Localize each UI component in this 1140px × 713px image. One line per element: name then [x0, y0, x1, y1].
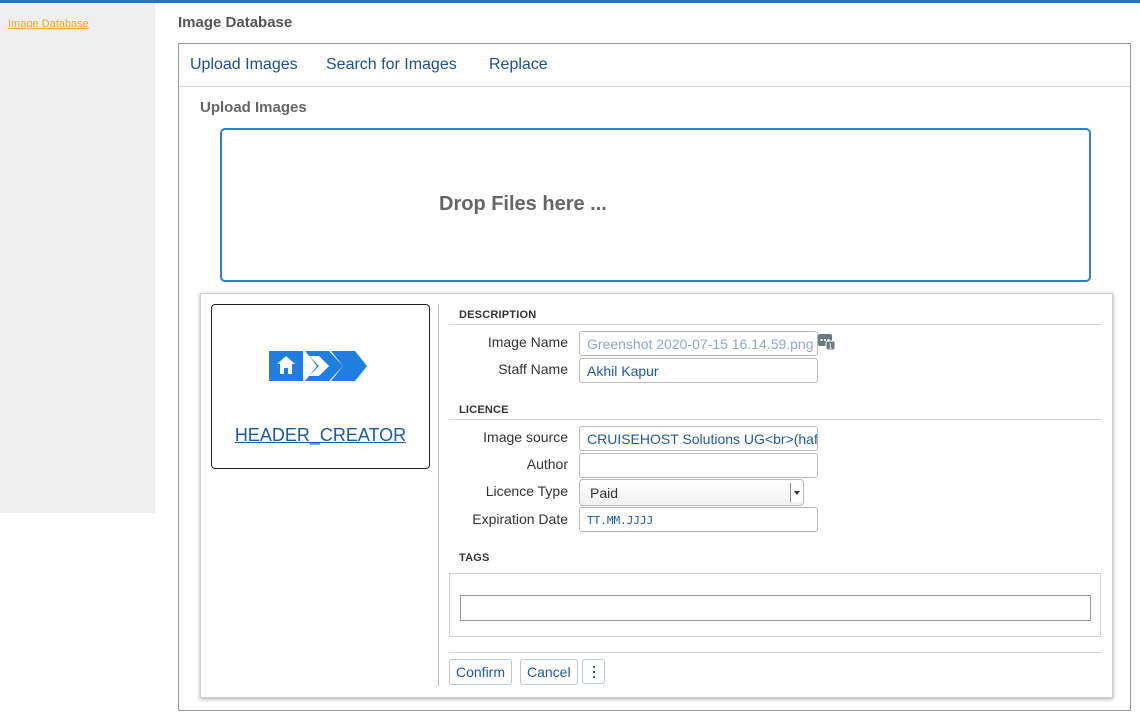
sidebar-link-image-database[interactable]: Image Database — [8, 18, 89, 30]
expiration-date-label: Expiration Date — [472, 511, 568, 527]
tab-upload-images[interactable]: Upload Images — [190, 56, 298, 74]
vertical-divider — [438, 304, 439, 686]
author-field[interactable] — [579, 453, 818, 478]
tab-search-for-images[interactable]: Search for Images — [326, 56, 457, 74]
image-name-field[interactable]: Greenshot 2020-07-15 16.14.59.png — [579, 331, 818, 356]
section-title: Upload Images — [200, 99, 307, 116]
more-options-button[interactable] — [582, 659, 605, 684]
top-accent-bar — [0, 0, 1140, 3]
tags-input[interactable] — [460, 595, 1091, 621]
group-title-licence: LICENCE — [459, 404, 509, 416]
group-divider — [449, 324, 1101, 325]
dropzone-text: Drop Files here ... — [439, 193, 607, 215]
chevron-down-icon[interactable] — [790, 483, 803, 502]
autofill-icon[interactable]: 1 — [818, 333, 836, 351]
more-dot — [593, 676, 595, 678]
tags-container — [449, 573, 1101, 637]
more-dot — [593, 671, 595, 673]
author-label: Author — [526, 456, 568, 472]
staff-name-label: Staff Name — [498, 361, 568, 377]
tab-bar: Upload Images Search for Images Replace — [179, 44, 1130, 87]
footer-divider — [449, 652, 1101, 653]
page-title: Image Database — [178, 14, 293, 31]
group-divider — [449, 419, 1101, 420]
staff-name-field[interactable]: Akhil Kapur — [579, 358, 818, 383]
confirm-button[interactable]: Confirm — [449, 659, 513, 685]
licence-type-label: Licence Type — [485, 483, 568, 499]
image-thumbnail[interactable]: HEADER_CREATOR — [211, 304, 430, 469]
main-panel: Upload Images Search for Images Replace … — [178, 43, 1131, 711]
image-source-label: Image source — [483, 429, 568, 445]
group-title-tags: TAGS — [459, 552, 490, 564]
tab-replace[interactable]: Replace — [489, 56, 548, 74]
group-title-description: DESCRIPTION — [459, 309, 537, 321]
licence-type-select[interactable]: Paid — [579, 479, 804, 506]
upload-item-card: HEADER_CREATOR DESCRIPTION Image Name Gr… — [200, 293, 1113, 698]
file-dropzone[interactable]: Drop Files here ... — [220, 128, 1091, 282]
licence-type-value: Paid — [590, 485, 619, 501]
expiration-date-field[interactable]: TT.MM.JJJJ — [579, 507, 818, 532]
more-dot — [593, 666, 595, 668]
header-logo-icon — [269, 351, 367, 381]
image-name-label: Image Name — [487, 334, 568, 350]
image-source-field[interactable]: CRUISEHOST Solutions UG<br>(haftungsbesc… — [579, 426, 818, 451]
svg-text:1: 1 — [828, 343, 832, 351]
sidebar: Image Database — [0, 3, 155, 513]
cancel-button[interactable]: Cancel — [520, 659, 578, 685]
thumbnail-caption[interactable]: HEADER_CREATOR — [212, 425, 429, 446]
